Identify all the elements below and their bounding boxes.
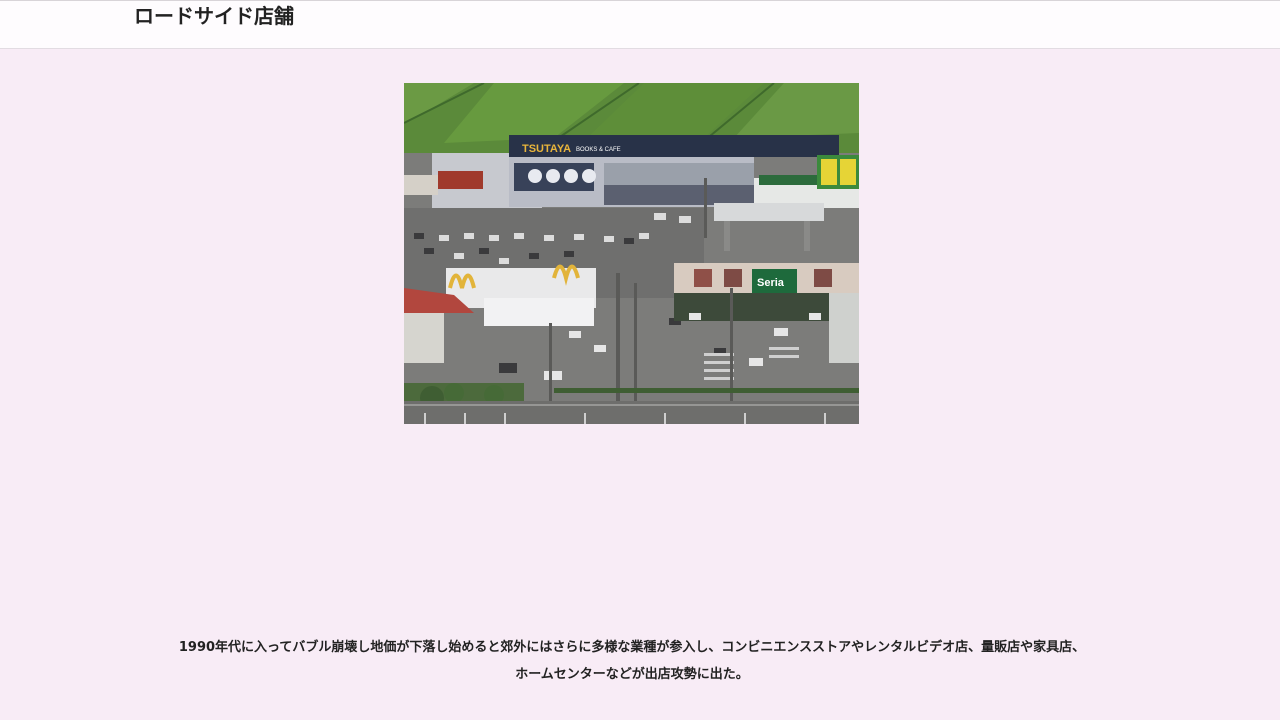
page-title: ロードサイド店舗 bbox=[134, 4, 294, 28]
caption-line-2: ホームセンターなどが出店攻勢に出た。 bbox=[515, 667, 749, 682]
tsutaya-sign: TSUTAYA bbox=[522, 143, 571, 155]
seria-sign: Seria bbox=[757, 277, 785, 289]
roadside-stores-photo: TSUTAYA BOOKS & CAFE Seria bbox=[404, 83, 859, 424]
caption-line-1: 1990年代に入ってバブル崩壊し地価が下落し始めると郊外にはさらに多様な業種が参… bbox=[178, 640, 1086, 655]
caption: 1990年代に入ってバブル崩壊し地価が下落し始めると郊外にはさらに多様な業種が参… bbox=[150, 634, 1114, 688]
page-header: ロードサイド店舗 bbox=[0, 0, 1280, 49]
roadside-stores-illustration: TSUTAYA BOOKS & CAFE Seria bbox=[404, 83, 859, 424]
books-cafe-sign: BOOKS & CAFE bbox=[576, 147, 621, 153]
